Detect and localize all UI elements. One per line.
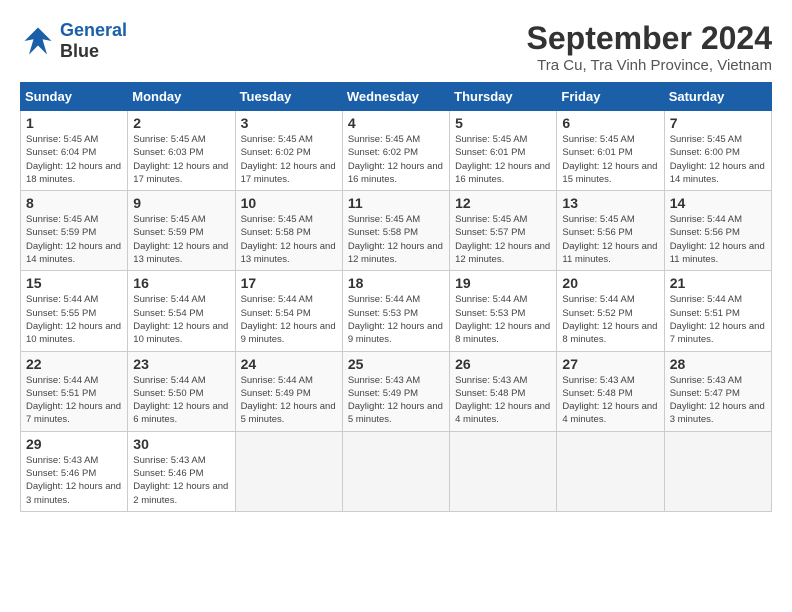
calendar-cell: 6Sunrise: 5:45 AMSunset: 6:01 PMDaylight… — [557, 111, 664, 191]
calendar-cell — [450, 431, 557, 511]
calendar-week-3: 15Sunrise: 5:44 AMSunset: 5:55 PMDayligh… — [21, 271, 772, 351]
calendar-header-row: SundayMondayTuesdayWednesdayThursdayFrid… — [21, 83, 772, 111]
header-day-tuesday: Tuesday — [235, 83, 342, 111]
calendar-cell: 24Sunrise: 5:44 AMSunset: 5:49 PMDayligh… — [235, 351, 342, 431]
calendar-cell: 7Sunrise: 5:45 AMSunset: 6:00 PMDaylight… — [664, 111, 771, 191]
calendar-cell: 2Sunrise: 5:45 AMSunset: 6:03 PMDaylight… — [128, 111, 235, 191]
month-title: September 2024 — [527, 20, 772, 57]
calendar-cell — [557, 431, 664, 511]
calendar-cell: 10Sunrise: 5:45 AMSunset: 5:58 PMDayligh… — [235, 191, 342, 271]
calendar-cell: 17Sunrise: 5:44 AMSunset: 5:54 PMDayligh… — [235, 271, 342, 351]
calendar-cell: 29Sunrise: 5:43 AMSunset: 5:46 PMDayligh… — [21, 431, 128, 511]
header-day-saturday: Saturday — [664, 83, 771, 111]
calendar-cell: 23Sunrise: 5:44 AMSunset: 5:50 PMDayligh… — [128, 351, 235, 431]
calendar-week-1: 1Sunrise: 5:45 AMSunset: 6:04 PMDaylight… — [21, 111, 772, 191]
title-section: September 2024 Tra Cu, Tra Vinh Province… — [527, 20, 772, 74]
calendar-week-4: 22Sunrise: 5:44 AMSunset: 5:51 PMDayligh… — [21, 351, 772, 431]
calendar-cell: 15Sunrise: 5:44 AMSunset: 5:55 PMDayligh… — [21, 271, 128, 351]
calendar-cell: 30Sunrise: 5:43 AMSunset: 5:46 PMDayligh… — [128, 431, 235, 511]
calendar-cell: 22Sunrise: 5:44 AMSunset: 5:51 PMDayligh… — [21, 351, 128, 431]
calendar-cell: 8Sunrise: 5:45 AMSunset: 5:59 PMDaylight… — [21, 191, 128, 271]
calendar-cell: 18Sunrise: 5:44 AMSunset: 5:53 PMDayligh… — [342, 271, 449, 351]
logo-icon — [20, 23, 56, 59]
calendar-cell — [664, 431, 771, 511]
calendar-cell: 13Sunrise: 5:45 AMSunset: 5:56 PMDayligh… — [557, 191, 664, 271]
calendar-cell: 25Sunrise: 5:43 AMSunset: 5:49 PMDayligh… — [342, 351, 449, 431]
calendar-cell: 14Sunrise: 5:44 AMSunset: 5:56 PMDayligh… — [664, 191, 771, 271]
calendar-cell: 3Sunrise: 5:45 AMSunset: 6:02 PMDaylight… — [235, 111, 342, 191]
calendar-cell — [235, 431, 342, 511]
calendar-cell: 20Sunrise: 5:44 AMSunset: 5:52 PMDayligh… — [557, 271, 664, 351]
logo-text: General Blue — [60, 20, 127, 62]
header-day-monday: Monday — [128, 83, 235, 111]
calendar-cell — [342, 431, 449, 511]
location-title: Tra Cu, Tra Vinh Province, Vietnam — [527, 57, 772, 74]
calendar-cell: 4Sunrise: 5:45 AMSunset: 6:02 PMDaylight… — [342, 111, 449, 191]
header-day-sunday: Sunday — [21, 83, 128, 111]
header-day-wednesday: Wednesday — [342, 83, 449, 111]
logo: General Blue — [20, 20, 127, 62]
calendar-cell: 21Sunrise: 5:44 AMSunset: 5:51 PMDayligh… — [664, 271, 771, 351]
header-day-friday: Friday — [557, 83, 664, 111]
calendar-cell: 26Sunrise: 5:43 AMSunset: 5:48 PMDayligh… — [450, 351, 557, 431]
calendar-cell: 11Sunrise: 5:45 AMSunset: 5:58 PMDayligh… — [342, 191, 449, 271]
calendar-cell: 27Sunrise: 5:43 AMSunset: 5:48 PMDayligh… — [557, 351, 664, 431]
calendar-week-2: 8Sunrise: 5:45 AMSunset: 5:59 PMDaylight… — [21, 191, 772, 271]
calendar-cell: 16Sunrise: 5:44 AMSunset: 5:54 PMDayligh… — [128, 271, 235, 351]
calendar-cell: 19Sunrise: 5:44 AMSunset: 5:53 PMDayligh… — [450, 271, 557, 351]
calendar-week-5: 29Sunrise: 5:43 AMSunset: 5:46 PMDayligh… — [21, 431, 772, 511]
calendar-cell: 5Sunrise: 5:45 AMSunset: 6:01 PMDaylight… — [450, 111, 557, 191]
header-day-thursday: Thursday — [450, 83, 557, 111]
calendar-cell: 9Sunrise: 5:45 AMSunset: 5:59 PMDaylight… — [128, 191, 235, 271]
calendar-table: SundayMondayTuesdayWednesdayThursdayFrid… — [20, 82, 772, 512]
header: General Blue September 2024 Tra Cu, Tra … — [20, 20, 772, 74]
calendar-cell: 12Sunrise: 5:45 AMSunset: 5:57 PMDayligh… — [450, 191, 557, 271]
calendar-cell: 28Sunrise: 5:43 AMSunset: 5:47 PMDayligh… — [664, 351, 771, 431]
calendar-cell: 1Sunrise: 5:45 AMSunset: 6:04 PMDaylight… — [21, 111, 128, 191]
